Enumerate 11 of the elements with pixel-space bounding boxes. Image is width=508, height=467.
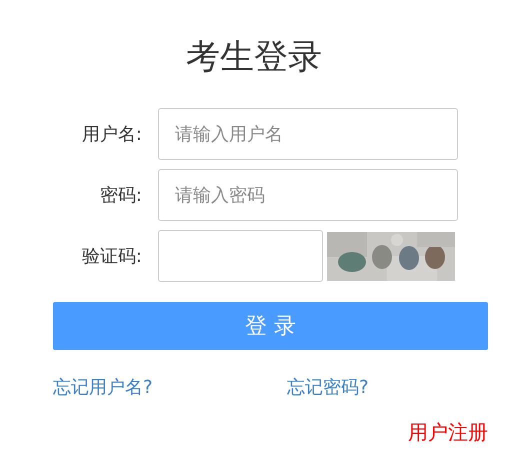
field-label: 验证码: <box>80 244 143 268</box>
input-field[interactable]: 请输入用户名 <box>158 108 458 160</box>
link[interactable]: 忘记密码? <box>287 374 369 401</box>
link[interactable]: 忘记用户名? <box>53 374 287 401</box>
input-field[interactable]: 请输入密码 <box>158 169 458 221</box>
register-link[interactable]: 用户注册 <box>408 417 488 447</box>
page-title: 考生登录 <box>185 36 323 79</box>
field-label: 密码: <box>98 184 143 208</box>
field-label: 用户名: <box>80 122 143 146</box>
login-button[interactable]: 登 录 <box>53 302 488 350</box>
input-field[interactable] <box>158 230 323 282</box>
